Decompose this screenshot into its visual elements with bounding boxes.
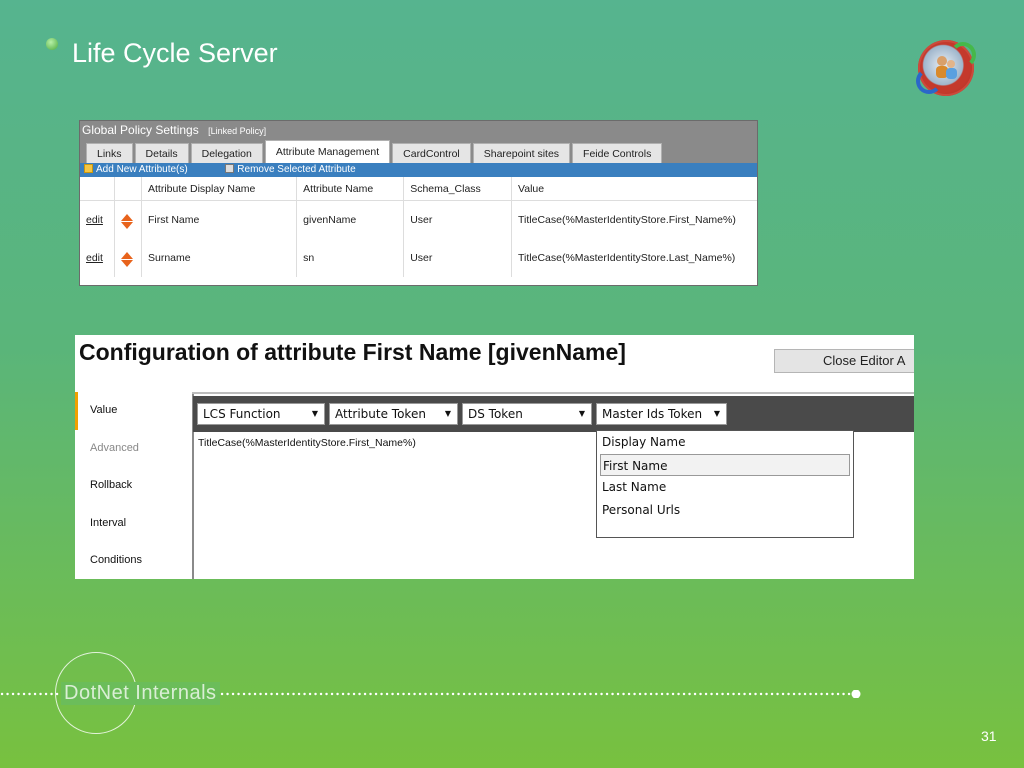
menu-item-last-name[interactable]: Last Name: [597, 476, 853, 499]
cell-schema-class: User: [403, 239, 512, 277]
tab-details[interactable]: Details: [134, 143, 189, 163]
add-doc-icon: [84, 164, 93, 173]
sidebar-item-interval[interactable]: Interval: [75, 505, 192, 543]
col-header-attribute-name: Attribute Name: [296, 177, 405, 201]
cell-value: TitleCase(%MasterIdentityStore.Last_Name…: [511, 239, 757, 277]
master-ids-token-menu: Display Name First Name Last Name Person…: [596, 430, 854, 538]
dropdown-caret-icon: ▼: [578, 409, 585, 418]
menu-item-first-name[interactable]: First Name: [600, 453, 850, 476]
footer-logo: DotNet Internals: [61, 682, 220, 705]
cell-schema-class: User: [403, 200, 512, 239]
col-header-action: [80, 177, 115, 201]
tab-cardcontrol[interactable]: CardControl: [392, 143, 471, 163]
config-title: Configuration of attribute First Name [g…: [79, 339, 626, 365]
menu-item-display-name[interactable]: Display Name: [597, 431, 853, 454]
divider: [192, 392, 914, 394]
sidebar-item-rollback[interactable]: Rollback: [75, 467, 192, 505]
cell-value: TitleCase(%MasterIdentityStore.First_Nam…: [511, 200, 757, 239]
edit-link[interactable]: edit: [86, 214, 103, 226]
move-up-down-icon[interactable]: [121, 251, 133, 267]
col-header-value: Value: [511, 177, 757, 201]
table-row: edit Surname sn User TitleCase(%MasterId…: [80, 239, 757, 277]
tab-feide-controls[interactable]: Feide Controls: [572, 143, 663, 163]
attribute-table: Attribute Display Name Attribute Name Sc…: [80, 177, 757, 277]
cell-attribute-name: sn: [296, 239, 405, 277]
remove-attribute-button[interactable]: Remove Selected Attribute: [237, 164, 355, 175]
lcs-logo-icon: [916, 40, 976, 96]
cell-attribute-name: givenName: [296, 200, 405, 239]
tab-delegation[interactable]: Delegation: [190, 143, 263, 163]
page-number: 31: [981, 728, 997, 744]
menu-item-personal-urls[interactable]: Personal Urls: [597, 499, 853, 522]
close-editor-button[interactable]: Close Editor A: [774, 349, 914, 373]
tab-sharepoint-sites[interactable]: Sharepoint sites: [472, 143, 571, 163]
cycle-arrow-green-icon: [950, 42, 976, 68]
col-header-order: [114, 177, 142, 201]
token-toolbar: LCS Function ▼ Attribute Token ▼ DS Token ▼…: [193, 396, 914, 432]
cell-display-name: Surname: [141, 239, 298, 277]
sidebar-item-value[interactable]: Value: [75, 392, 192, 430]
sidebar-item-advanced[interactable]: Advanced: [75, 430, 192, 468]
move-up-down-icon[interactable]: [121, 213, 133, 229]
policy-header-sub: [Linked Policy]: [208, 126, 267, 136]
trash-icon: [225, 164, 235, 173]
ds-token-dropdown[interactable]: DS Token ▼: [462, 403, 592, 425]
value-editor[interactable]: TitleCase(%MasterIdentityStore.First_Nam…: [198, 437, 416, 449]
tab-links[interactable]: Links: [86, 143, 133, 163]
add-attribute-button[interactable]: Add New Attribute(s): [96, 164, 188, 175]
cycle-arrow-blue-icon: [916, 68, 942, 94]
cell-display-name: First Name: [141, 200, 298, 239]
edit-link[interactable]: edit: [86, 252, 103, 264]
dropdown-label: LCS Function: [203, 407, 281, 421]
dropdown-label: DS Token: [468, 407, 523, 421]
dropdown-caret-icon: ▼: [444, 409, 451, 418]
master-ids-token-dropdown[interactable]: Master Ids Token ▼: [596, 403, 727, 425]
col-header-display-name: Attribute Display Name: [141, 177, 298, 201]
attribute-token-dropdown[interactable]: Attribute Token ▼: [329, 403, 458, 425]
bullet-icon: [46, 38, 58, 50]
policy-header: Global Policy Settings [Linked Policy]: [80, 121, 757, 139]
policy-header-title: Global Policy Settings: [82, 123, 199, 137]
dropdown-caret-icon: ▼: [311, 409, 318, 418]
dropdown-caret-icon: ▼: [713, 409, 720, 418]
sidebar-item-conditions[interactable]: Conditions: [75, 542, 192, 579]
col-header-schema-class: Schema_Class: [403, 177, 512, 201]
table-header-row: Attribute Display Name Attribute Name Sc…: [80, 177, 757, 201]
dropdown-label: Master Ids Token: [602, 407, 703, 421]
slide-title: Life Cycle Server: [72, 38, 278, 68]
dropdown-label: Attribute Token: [335, 407, 426, 421]
table-row: edit First Name givenName User TitleCase…: [80, 200, 757, 239]
lcs-function-dropdown[interactable]: LCS Function ▼: [197, 403, 325, 425]
tab-attribute-management[interactable]: Attribute Management: [264, 140, 391, 163]
attribute-toolbar: Add New Attribute(s) Remove Selected Att…: [80, 163, 757, 177]
policy-tabs: Links Details Delegation Attribute Manag…: [80, 139, 757, 163]
policy-settings-screenshot: Global Policy Settings [Linked Policy] L…: [79, 120, 758, 286]
config-sidebar: Value Advanced Rollback Interval Conditi…: [75, 392, 194, 579]
attribute-config-screenshot: Configuration of attribute First Name [g…: [75, 335, 914, 579]
